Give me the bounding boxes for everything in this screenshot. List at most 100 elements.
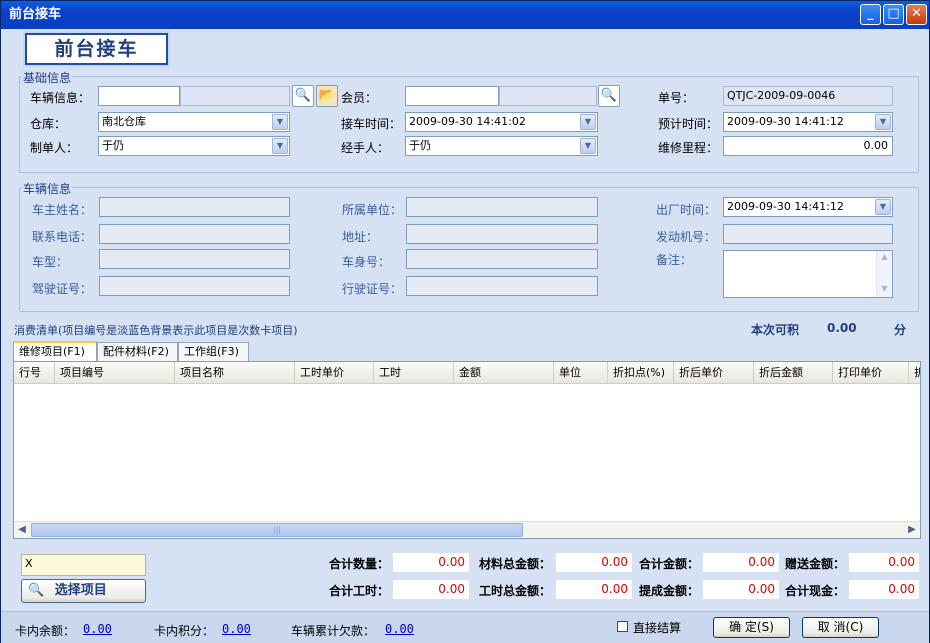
cash-value: 0.00 bbox=[849, 580, 919, 599]
mileage-label: 维修里程： bbox=[658, 141, 719, 155]
mileage-input[interactable]: 0.00 bbox=[723, 136, 893, 156]
col-header[interactable]: 折 bbox=[909, 362, 920, 384]
search-icon: 🔍 bbox=[600, 88, 618, 103]
total-label: 合计金额： bbox=[638, 557, 699, 571]
warehouse-value: 南北仓库 bbox=[102, 115, 146, 128]
warehouse-select[interactable]: 南北仓库 ▼ bbox=[98, 112, 290, 132]
window: 前台接车 _ □ ✕ 前台接车 基础信息 车辆信息： 🔍 📂 会员： 🔍 单号：… bbox=[0, 0, 930, 643]
phone-label: 联系电话： bbox=[32, 230, 93, 244]
owner-field[interactable] bbox=[99, 197, 290, 217]
horizontal-scrollbar[interactable]: ◀ ||| ▶ bbox=[14, 521, 920, 538]
item-code-input[interactable]: X bbox=[21, 554, 146, 576]
receive-time-picker[interactable]: 2009-09-30 14:41:02 ▼ bbox=[405, 112, 598, 132]
body-field[interactable] bbox=[406, 249, 598, 269]
cancel-button[interactable]: 取 消(C) bbox=[802, 617, 879, 638]
basic-info-legend: 基础信息 bbox=[22, 69, 73, 86]
debt-link[interactable]: 0.00 bbox=[385, 622, 414, 636]
col-header[interactable]: 折扣点(%) bbox=[608, 362, 674, 384]
col-header[interactable]: 折后金额 bbox=[754, 362, 833, 384]
model-field[interactable] bbox=[99, 249, 290, 269]
tab-workgroup[interactable]: 工作组(F3) bbox=[178, 342, 249, 361]
col-header[interactable]: 打印单价 bbox=[833, 362, 909, 384]
model-label: 车型： bbox=[32, 255, 69, 269]
reg-field[interactable] bbox=[406, 276, 598, 296]
balance-label: 卡内余额： bbox=[15, 624, 76, 638]
ok-button[interactable]: 确 定(S) bbox=[713, 617, 790, 638]
handler-select[interactable]: 于仍 ▼ bbox=[405, 136, 598, 156]
chevron-down-icon[interactable]: ▼ bbox=[580, 114, 596, 130]
items-grid[interactable]: 行号 项目编号 项目名称 工时单价 工时 金额 单位 折扣点(%) 折后单价 折… bbox=[13, 361, 921, 539]
chevron-down-icon[interactable]: ▼ bbox=[875, 199, 891, 215]
receive-time-label: 接车时间： bbox=[341, 117, 402, 131]
chevron-left-icon[interactable]: ◀ bbox=[14, 523, 30, 537]
chevron-down-icon[interactable]: ▼ bbox=[272, 114, 288, 130]
close-button[interactable]: ✕ bbox=[906, 4, 927, 25]
out-time-label: 出厂时间： bbox=[656, 203, 717, 217]
debt-label: 车辆累计欠款： bbox=[291, 624, 376, 638]
select-item-button[interactable]: 🔍 选择项目 bbox=[21, 579, 146, 603]
col-header[interactable]: 折后单价 bbox=[674, 362, 754, 384]
vehicle-info-input[interactable] bbox=[98, 86, 180, 106]
hours-label: 合计工时： bbox=[328, 584, 389, 598]
col-header[interactable]: 项目编号 bbox=[55, 362, 175, 384]
chevron-down-icon[interactable]: ▼ bbox=[272, 138, 288, 154]
address-field[interactable] bbox=[406, 224, 598, 244]
col-header[interactable]: 项目名称 bbox=[175, 362, 295, 384]
labor-value: 0.00 bbox=[556, 580, 632, 599]
chevron-right-icon[interactable]: ▶ bbox=[904, 523, 920, 537]
vehicle-search-button[interactable]: 🔍 bbox=[292, 85, 314, 107]
search-icon: 🔍 bbox=[28, 583, 45, 598]
chevron-down-icon[interactable]: ▼ bbox=[875, 114, 891, 130]
remark-scrollbar[interactable]: ▲ ▼ bbox=[876, 251, 892, 297]
select-item-label: 选择项目 bbox=[54, 583, 107, 598]
col-header[interactable]: 单位 bbox=[554, 362, 608, 384]
tab-repair-items[interactable]: 维修项目(F1) bbox=[13, 341, 97, 361]
col-header[interactable]: 工时 bbox=[374, 362, 454, 384]
phone-field[interactable] bbox=[99, 224, 290, 244]
labor-label: 工时总金额： bbox=[478, 584, 551, 598]
col-header[interactable]: 金额 bbox=[454, 362, 554, 384]
license-field[interactable] bbox=[99, 276, 290, 296]
vehicle-add-button[interactable]: 📂 bbox=[316, 85, 338, 107]
balance-link[interactable]: 0.00 bbox=[83, 622, 112, 636]
engine-field[interactable] bbox=[723, 224, 893, 244]
col-header[interactable]: 工时单价 bbox=[295, 362, 374, 384]
maximize-button[interactable]: □ bbox=[883, 4, 904, 25]
scroll-thumb[interactable]: ||| bbox=[31, 523, 523, 537]
member-input[interactable] bbox=[405, 86, 499, 106]
total-value: 0.00 bbox=[703, 553, 779, 572]
expected-time-picker[interactable]: 2009-09-30 14:41:12 ▼ bbox=[723, 112, 893, 132]
gift-label: 赠送金额： bbox=[784, 557, 845, 571]
direct-settle-checkbox[interactable] bbox=[617, 621, 628, 632]
consume-title: 消费清单(项目编号是淡蓝色背景表示此项目是次数卡项目) bbox=[14, 324, 298, 337]
member-search-button[interactable]: 🔍 bbox=[598, 85, 620, 107]
handler-label: 经手人： bbox=[341, 141, 390, 155]
cash-label: 合计现金： bbox=[784, 584, 845, 598]
chevron-down-icon[interactable]: ▼ bbox=[877, 283, 892, 295]
chevron-down-icon[interactable]: ▼ bbox=[580, 138, 596, 154]
member-display bbox=[499, 86, 597, 106]
grid-header: 行号 项目编号 项目名称 工时单价 工时 金额 单位 折扣点(%) 折后单价 折… bbox=[14, 362, 920, 384]
out-time-picker[interactable]: 2009-09-30 14:41:12 ▼ bbox=[723, 197, 893, 217]
commission-label: 提成金额： bbox=[638, 584, 699, 598]
chevron-up-icon[interactable]: ▲ bbox=[877, 251, 892, 263]
qty-label: 合计数量： bbox=[328, 557, 389, 571]
unit-field[interactable] bbox=[406, 197, 598, 217]
vehicle-info-label: 车辆信息： bbox=[30, 91, 91, 105]
handler-value: 于仍 bbox=[409, 139, 431, 152]
maker-select[interactable]: 于仍 ▼ bbox=[98, 136, 290, 156]
minimize-button[interactable]: _ bbox=[860, 4, 881, 25]
reg-label: 行驶证号： bbox=[342, 282, 403, 296]
vehicle-info-legend: 车辆信息 bbox=[22, 180, 73, 197]
col-header[interactable]: 行号 bbox=[14, 362, 55, 384]
engine-label: 发动机号： bbox=[656, 230, 717, 244]
points-unit: 分 bbox=[894, 323, 907, 337]
warehouse-label: 仓库： bbox=[30, 117, 67, 131]
remark-label: 备注： bbox=[656, 253, 693, 267]
card-points-link[interactable]: 0.00 bbox=[222, 622, 251, 636]
banner-title: 前台接车 bbox=[54, 38, 139, 60]
hours-value: 0.00 bbox=[393, 580, 469, 599]
remark-textarea[interactable]: ▲ ▼ bbox=[723, 250, 893, 298]
tab-parts[interactable]: 配件材料(F2) bbox=[97, 342, 178, 361]
order-no-label: 单号： bbox=[658, 91, 695, 105]
